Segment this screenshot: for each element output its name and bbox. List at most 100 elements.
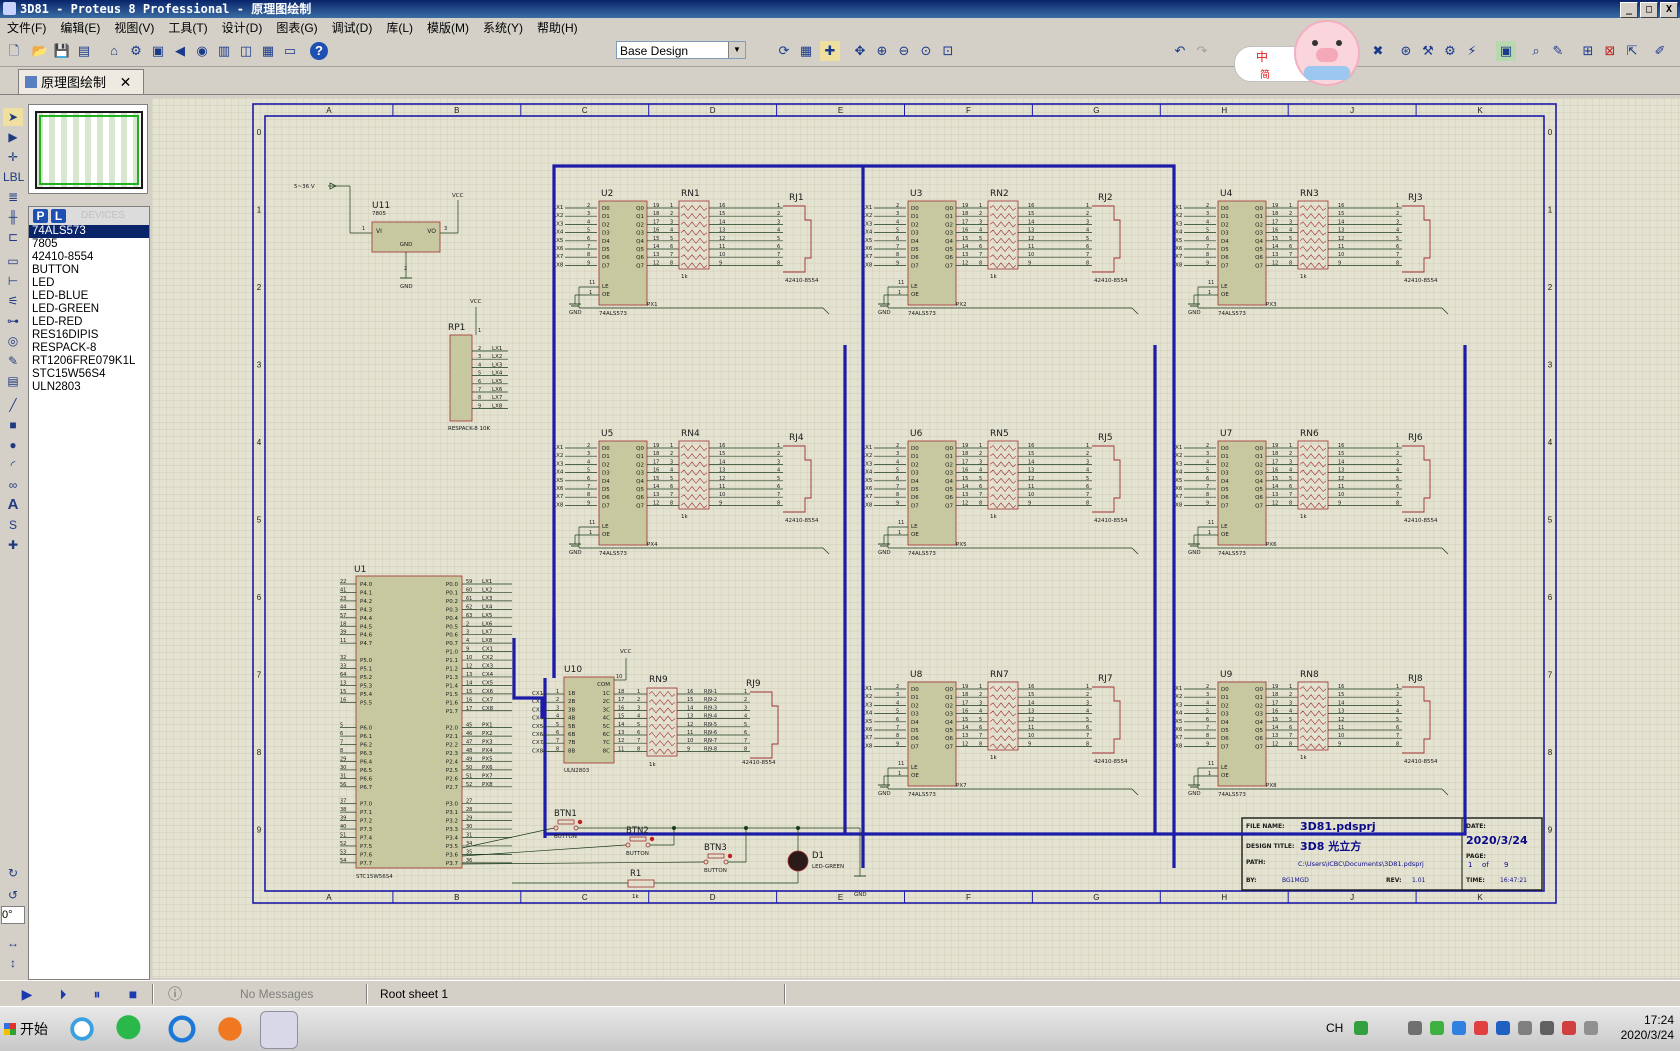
rotate-ccw-icon[interactable]: ↺ bbox=[3, 886, 23, 904]
schematic-icon[interactable]: ⚙ bbox=[126, 41, 146, 61]
menu-item-8[interactable]: 模版(M) bbox=[420, 18, 476, 38]
text-mode-icon[interactable]: A bbox=[3, 496, 23, 514]
search-icon[interactable]: ⌕ bbox=[1526, 41, 1546, 61]
step-icon[interactable]: ⏵ bbox=[54, 985, 72, 1003]
menu-item-9[interactable]: 系统(Y) bbox=[476, 18, 530, 38]
notes-icon[interactable]: ▭ bbox=[280, 41, 300, 61]
line-mode-icon[interactable]: ╱ bbox=[3, 396, 23, 414]
3d-viewer-icon[interactable]: ◉ bbox=[192, 41, 212, 61]
antivirus-tray-icon[interactable] bbox=[1562, 1021, 1576, 1035]
messages-text[interactable]: No Messages bbox=[240, 987, 313, 1001]
marker-mode-icon[interactable]: ✚ bbox=[3, 536, 23, 554]
save-icon[interactable]: 💾 bbox=[52, 41, 72, 61]
display-tray-icon[interactable] bbox=[1540, 1021, 1554, 1035]
make-device-icon[interactable]: ⚒ bbox=[1418, 41, 1438, 61]
printer-tray-icon[interactable] bbox=[1408, 1021, 1422, 1035]
sogou-tray-icon[interactable] bbox=[1354, 1021, 1368, 1035]
ime-chinese-label[interactable]: 中 bbox=[1256, 48, 1268, 65]
usb-tray-icon[interactable] bbox=[1518, 1021, 1532, 1035]
device-list-item[interactable]: BUTTON bbox=[29, 264, 149, 277]
design-explorer-icon[interactable]: ▦ bbox=[258, 41, 278, 61]
rotate-cw-icon[interactable]: ↻ bbox=[3, 864, 23, 882]
menu-item-1[interactable]: 编辑(E) bbox=[53, 18, 107, 38]
menu-item-0[interactable]: 文件(F) bbox=[0, 18, 53, 38]
minimize-button[interactable]: _ bbox=[1620, 2, 1638, 18]
save-all-icon[interactable]: ▤ bbox=[74, 41, 94, 61]
info-icon[interactable]: ⓘ bbox=[166, 985, 184, 1003]
text-script-mode-icon[interactable]: ≣ bbox=[3, 188, 23, 206]
zoom-in-icon[interactable]: ⊕ bbox=[872, 41, 892, 61]
pick-devices-button[interactable]: P bbox=[33, 209, 48, 223]
rotation-angle-field[interactable]: 0° bbox=[1, 906, 25, 924]
circle-mode-icon[interactable]: ● bbox=[3, 436, 23, 454]
subcircuit-mode-icon[interactable]: ⊏ bbox=[3, 228, 23, 246]
device-list-item[interactable]: RESPACK-8 bbox=[29, 342, 149, 355]
bluetooth-tray-icon[interactable] bbox=[1496, 1021, 1510, 1035]
overview-viewport[interactable] bbox=[39, 115, 139, 185]
menu-item-6[interactable]: 调试(D) bbox=[325, 18, 380, 38]
pin-mode-icon[interactable]: ⊢ bbox=[3, 272, 23, 290]
instrument-mode-icon[interactable]: ▤ bbox=[3, 372, 23, 390]
internet-explorer-icon[interactable] bbox=[164, 1011, 200, 1047]
junction-mode-icon[interactable]: ✛ bbox=[3, 148, 23, 166]
menu-item-10[interactable]: 帮助(H) bbox=[530, 18, 585, 38]
security-tray-icon[interactable] bbox=[1474, 1021, 1488, 1035]
menu-item-4[interactable]: 设计(D) bbox=[215, 18, 270, 38]
component-mode-icon[interactable]: ▶ bbox=[3, 128, 23, 146]
play-icon[interactable]: ▶ bbox=[18, 985, 36, 1003]
pan-icon[interactable]: ✥ bbox=[850, 41, 870, 61]
wire-label-mode-icon[interactable]: LBL bbox=[3, 168, 24, 186]
home-icon[interactable]: ⌂ bbox=[104, 41, 124, 61]
symbol-mode-icon[interactable]: S bbox=[3, 516, 23, 534]
new-sheet-icon[interactable]: ⊞ bbox=[1578, 41, 1598, 61]
zoom-all-icon[interactable]: ⊙ bbox=[916, 41, 936, 61]
proteus-taskbar-icon[interactable] bbox=[260, 1011, 298, 1049]
grid-icon[interactable]: ▦ bbox=[796, 41, 816, 61]
network-tray-icon[interactable] bbox=[1452, 1021, 1466, 1035]
device-list-item[interactable]: LED-BLUE bbox=[29, 290, 149, 303]
device-list-item[interactable]: LED-GREEN bbox=[29, 303, 149, 316]
device-list-item[interactable]: LED-RED bbox=[29, 316, 149, 329]
stop-icon[interactable]: ■ bbox=[124, 985, 142, 1003]
selection-mode-icon[interactable]: ➤ bbox=[3, 108, 23, 126]
wechat-icon[interactable] bbox=[114, 1011, 150, 1047]
edit-part-icon[interactable]: ✐ bbox=[1650, 41, 1670, 61]
wire-autorouter-icon[interactable]: ⚡ bbox=[1462, 41, 1482, 61]
close-button[interactable]: X bbox=[1660, 2, 1678, 18]
box-mode-icon[interactable]: ■ bbox=[3, 416, 23, 434]
device-list-item[interactable]: 74ALS573 bbox=[29, 225, 149, 238]
terminal-mode-icon[interactable]: ▭ bbox=[3, 252, 23, 270]
device-list-item[interactable]: LED bbox=[29, 277, 149, 290]
generator-mode-icon[interactable]: ◎ bbox=[3, 332, 23, 350]
pcb-icon[interactable]: ▣ bbox=[148, 41, 168, 61]
input-language-indicator[interactable]: CH bbox=[1326, 1021, 1343, 1035]
zoom-out-icon[interactable]: ⊖ bbox=[894, 41, 914, 61]
menu-item-2[interactable]: 视图(V) bbox=[107, 18, 161, 38]
close-tab-icon[interactable]: ✕ bbox=[120, 74, 132, 90]
device-list-item[interactable]: STC15W56S4 bbox=[29, 368, 149, 381]
graph-mode-icon[interactable]: ⚟ bbox=[3, 292, 23, 310]
pick-device-icon[interactable]: ⊛ bbox=[1396, 41, 1416, 61]
bus-mode-icon[interactable]: ╫ bbox=[3, 208, 23, 226]
volume-icon[interactable] bbox=[1584, 1021, 1598, 1035]
device-list-item[interactable]: 7805 bbox=[29, 238, 149, 251]
design-variant-select[interactable]: Base Design ▼ bbox=[616, 41, 746, 59]
device-list-item[interactable]: RES16DIPIS bbox=[29, 329, 149, 342]
overview-window[interactable] bbox=[28, 104, 148, 194]
library-manager-button[interactable]: L bbox=[51, 209, 66, 223]
wechat-tray-icon[interactable] bbox=[1430, 1021, 1444, 1035]
zoom-area-icon[interactable]: ⊡ bbox=[938, 41, 958, 61]
schematic-drawing[interactable]: AABBCCDDEEFFGGHHJJKK0 01 12 23 34 45 56 67 78 89 9… bbox=[152, 98, 1680, 978]
flip-vertical-icon[interactable]: ↕ bbox=[3, 954, 23, 972]
photos-app-icon[interactable] bbox=[64, 1011, 100, 1047]
menu-item-5[interactable]: 图表(G) bbox=[269, 18, 324, 38]
origin-icon[interactable]: ✚ bbox=[820, 41, 840, 61]
bom-icon[interactable]: ▥ bbox=[214, 41, 234, 61]
refresh-icon[interactable]: ⟳ bbox=[774, 41, 794, 61]
tape-recorder-icon[interactable]: ⊶ bbox=[3, 312, 23, 330]
decompose-icon[interactable]: ⚙ bbox=[1440, 41, 1460, 61]
property-assign-icon[interactable]: ✎ bbox=[1548, 41, 1568, 61]
menu-item-3[interactable]: 工具(T) bbox=[161, 18, 214, 38]
start-button[interactable]: 开始 bbox=[2, 1015, 52, 1043]
arc-mode-icon[interactable]: ◜ bbox=[3, 456, 23, 474]
